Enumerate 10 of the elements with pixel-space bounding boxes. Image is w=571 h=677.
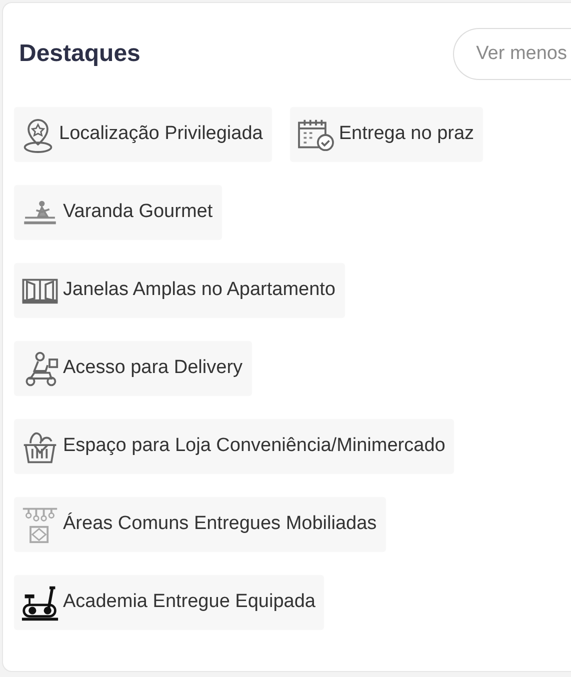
section-title: Destaques	[19, 39, 140, 69]
highlight-label: Academia Entregue Equipada	[63, 590, 316, 614]
highlight-label: Janelas Amplas no Apartamento	[63, 278, 336, 302]
highlight-label: Espaço para Loja Conveniência/Minimercado	[63, 434, 446, 458]
highlight-label: Entrega no praz	[338, 122, 474, 146]
highlight-label: Acesso para Delivery	[63, 356, 243, 380]
toggle-button[interactable]: Ver menos	[453, 28, 571, 80]
highlight-label: Varanda Gourmet	[63, 200, 213, 224]
highlight-label: Áreas Comuns Entregues Mobiliadas	[63, 512, 377, 536]
highlight-label: Localização Privilegiada	[59, 122, 263, 146]
